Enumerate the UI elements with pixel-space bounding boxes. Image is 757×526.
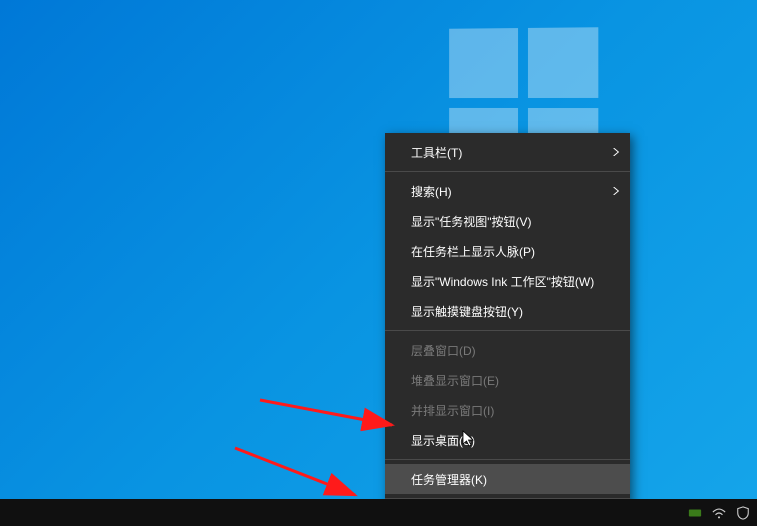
menu-item-label: 工具栏(T) bbox=[411, 144, 462, 161]
menu-item-show-taskview[interactable]: 显示"任务视图"按钮(V) bbox=[385, 206, 630, 236]
menu-separator bbox=[385, 171, 630, 172]
menu-item-stacked-windows: 堆叠显示窗口(E) bbox=[385, 365, 630, 395]
menu-item-show-ink[interactable]: 显示"Windows Ink 工作区"按钮(W) bbox=[385, 266, 630, 296]
tray-nvidia-icon[interactable] bbox=[687, 505, 703, 521]
menu-item-label: 层叠窗口(D) bbox=[411, 342, 476, 359]
menu-item-show-touch-keyboard[interactable]: 显示触摸键盘按钮(Y) bbox=[385, 296, 630, 326]
chevron-right-icon bbox=[612, 145, 620, 159]
menu-item-label: 显示触摸键盘按钮(Y) bbox=[411, 303, 523, 320]
taskbar-context-menu: 工具栏(T) 搜索(H) 显示"任务视图"按钮(V) 在任务栏上显示人脉(P) … bbox=[385, 133, 630, 526]
menu-item-label: 并排显示窗口(I) bbox=[411, 402, 494, 419]
annotation-arrows-layer bbox=[0, 0, 757, 526]
annotation-arrow bbox=[245, 395, 385, 465]
menu-item-label: 显示"Windows Ink 工作区"按钮(W) bbox=[411, 273, 594, 290]
menu-item-cascade-windows: 层叠窗口(D) bbox=[385, 335, 630, 365]
menu-item-label: 堆叠显示窗口(E) bbox=[411, 372, 499, 389]
menu-item-toolbars[interactable]: 工具栏(T) bbox=[385, 137, 630, 167]
chevron-right-icon bbox=[612, 184, 620, 198]
menu-separator bbox=[385, 330, 630, 331]
menu-item-label: 显示"任务视图"按钮(V) bbox=[411, 213, 532, 230]
menu-item-label: 搜索(H) bbox=[411, 183, 452, 200]
menu-item-label: 任务管理器(K) bbox=[411, 471, 487, 488]
taskbar[interactable] bbox=[0, 499, 757, 526]
menu-item-show-people[interactable]: 在任务栏上显示人脉(P) bbox=[385, 236, 630, 266]
menu-item-sidebyside-windows: 并排显示窗口(I) bbox=[385, 395, 630, 425]
menu-item-label: 在任务栏上显示人脉(P) bbox=[411, 243, 535, 260]
menu-item-show-desktop[interactable]: 显示桌面(S) bbox=[385, 425, 630, 455]
menu-item-search[interactable]: 搜索(H) bbox=[385, 176, 630, 206]
menu-item-label: 显示桌面(S) bbox=[411, 432, 475, 449]
menu-item-task-manager[interactable]: 任务管理器(K) bbox=[385, 464, 630, 494]
desktop[interactable]: 工具栏(T) 搜索(H) 显示"任务视图"按钮(V) 在任务栏上显示人脉(P) … bbox=[0, 0, 757, 526]
menu-separator bbox=[385, 459, 630, 460]
tray-security-icon[interactable] bbox=[735, 505, 751, 521]
tray-network-icon[interactable] bbox=[711, 505, 727, 521]
